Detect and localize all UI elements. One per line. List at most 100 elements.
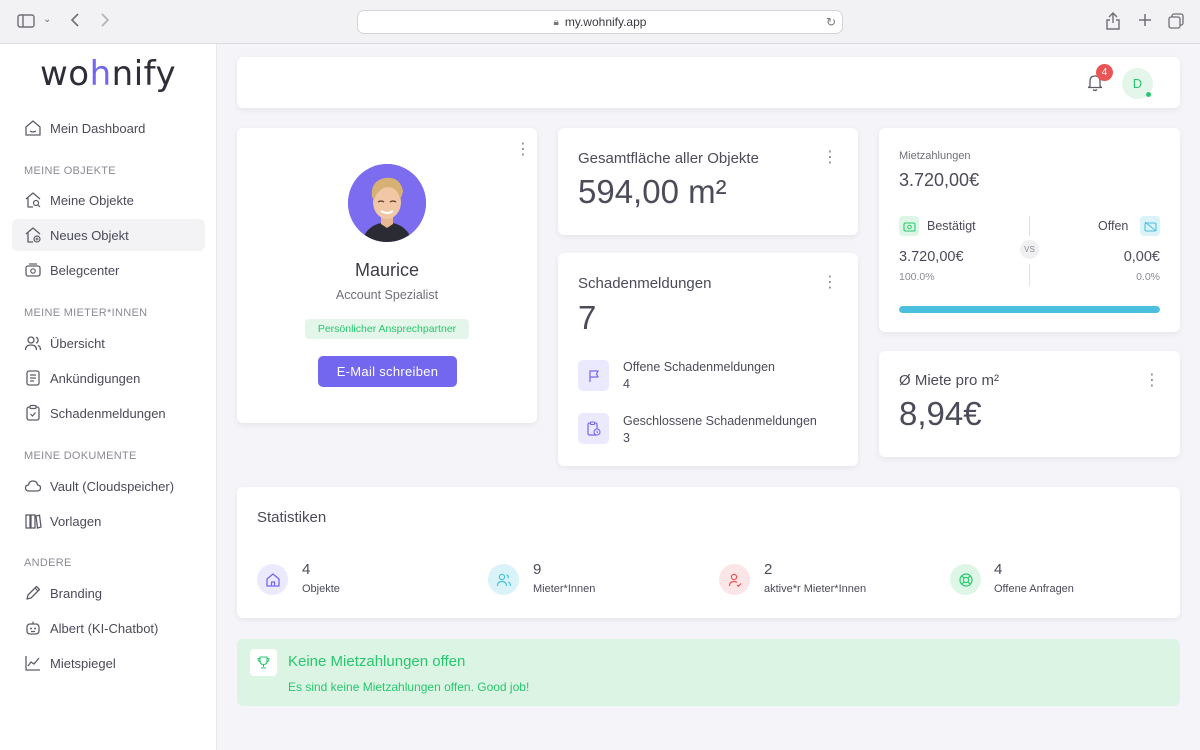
more-options-icon[interactable]: ⋮ (822, 150, 838, 166)
sidebar-item-vorlagen[interactable]: Vorlagen (12, 505, 205, 537)
url-text: my.wohnify.app (564, 15, 647, 29)
clipboard-icon (26, 404, 40, 421)
contact-badge: Persönlicher Ansprechpartner (305, 319, 469, 339)
trophy-icon (250, 649, 277, 676)
address-bar[interactable]: 🔒︎ my.wohnify.app ↻ (357, 10, 843, 34)
account-manager-name: Maurice (354, 260, 420, 280)
robot-icon (26, 621, 40, 635)
closed-reports-value: 3 (623, 431, 630, 445)
sidebar-item-label: Mietspiegel (50, 655, 116, 671)
average-rent-value: 8,94€ (899, 395, 982, 432)
damage-reports-count: 7 (578, 299, 597, 336)
more-options-icon[interactable]: ⋮ (515, 142, 531, 158)
rent-payments-label: Mietzahlungen (899, 150, 971, 162)
rent-payments-card: Mietzahlungen 3.720,00€ Bestätigt Offen … (879, 128, 1180, 332)
rent-payments-total: 3.720,00€ (899, 170, 980, 190)
users-icon (24, 336, 42, 351)
sidebar-item-albert[interactable]: Albert (KI-Chatbot) (12, 612, 205, 644)
online-status-dot (1145, 91, 1152, 98)
lifebuoy-icon (950, 564, 981, 595)
sidebar: wohnify Mein Dashboard MEINE OBJEKTE Mei… (0, 44, 217, 750)
open-value: 0,00€ (1123, 249, 1160, 265)
payments-progress-fill (899, 306, 1160, 313)
sidebar-item-vault[interactable]: Vault (Cloudspeicher) (12, 470, 205, 502)
top-bar: 4 D (237, 57, 1180, 108)
tabs-overview-icon[interactable] (1168, 13, 1184, 33)
statistics-card: Statistiken 4 Objekte 9 Mieter*Innen 2 a… (237, 487, 1180, 618)
total-area-value: 594,00 m² (578, 173, 727, 210)
more-options-icon[interactable]: ⋮ (822, 275, 838, 291)
new-tab-icon[interactable] (1138, 13, 1152, 31)
section-title-dokumente: MEINE DOKUMENTE (24, 450, 137, 462)
sidebar-item-label: Neues Objekt (50, 227, 129, 243)
share-icon[interactable] (1106, 12, 1120, 34)
sidebar-item-label: Belegcenter (50, 262, 120, 278)
sidebar-item-label: Meine Objekte (50, 192, 134, 208)
alert-title: Keine Mietzahlungen offen (288, 653, 466, 670)
receipt-icon (25, 263, 41, 277)
damage-reports-title: Schadenmeldungen (578, 275, 712, 292)
sidebar-item-mietspiegel[interactable]: Mietspiegel (12, 647, 205, 679)
stat-label: Objekte (302, 583, 340, 595)
statistics-title: Statistiken (257, 509, 327, 526)
house-search-icon (25, 192, 41, 208)
sidebar-item-label: Schadenmeldungen (50, 405, 166, 421)
total-area-card: ⋮ Gesamtfläche aller Objekte 594,00 m² (558, 128, 858, 235)
sidebar-item-schadenmeldungen[interactable]: Schadenmeldungen (12, 397, 205, 429)
vs-badge: VS (1020, 240, 1039, 259)
sidebar-item-branding[interactable]: Branding (12, 577, 205, 609)
sidebar-item-label: Vault (Cloudspeicher) (50, 478, 175, 494)
reload-icon[interactable]: ↻ (826, 15, 836, 29)
chevron-down-icon[interactable]: ⌄ (43, 15, 51, 25)
announcement-icon (26, 370, 40, 386)
sidebar-item-label: Vorlagen (50, 513, 102, 529)
clipboard-clock-icon (578, 413, 609, 444)
section-title-mieter: MEINE MIETER*INNEN (24, 307, 148, 319)
cloud-icon (24, 480, 42, 492)
open-label: Offen (1098, 219, 1129, 233)
damage-reports-card: ⋮ Schadenmeldungen 7 Offene Schadenmeldu… (558, 253, 858, 466)
sidebar-item-label: Albert (KI-Chatbot) (50, 620, 159, 636)
closed-reports-label: Geschlossene Schadenmeldungen (623, 414, 817, 428)
pen-icon (26, 585, 41, 600)
sidebar-item-objekte[interactable]: Meine Objekte (12, 184, 205, 216)
confirmed-percent: 100.0% (899, 271, 935, 283)
stat-value: 2 (764, 561, 773, 578)
sidebar-toggle-icon[interactable] (17, 14, 35, 32)
confirmed-value: 3.720,00€ (899, 249, 964, 265)
back-icon[interactable] (70, 12, 80, 32)
home-icon (25, 120, 41, 136)
flag-icon (578, 360, 609, 391)
user-check-icon (719, 564, 750, 595)
sidebar-item-uebersicht[interactable]: Übersicht (12, 327, 205, 359)
sidebar-item-neues-objekt[interactable]: Neues Objekt (12, 219, 205, 251)
lock-icon: 🔒︎ (553, 16, 559, 28)
house-plus-icon (25, 227, 41, 243)
email-button[interactable]: E-Mail schreiben (318, 356, 457, 387)
wohnify-logo[interactable]: wohnify (40, 54, 176, 94)
stat-value: 4 (302, 561, 311, 578)
forward-icon[interactable] (100, 12, 110, 32)
average-rent-card: ⋮ Ø Miete pro m² 8,94€ (879, 351, 1180, 457)
stat-label: Offene Anfragen (994, 583, 1074, 595)
home-icon (257, 564, 288, 595)
sidebar-item-dashboard[interactable]: Mein Dashboard (12, 112, 205, 144)
chart-line-icon (25, 656, 40, 671)
account-manager-card: ⋮ Maurice Account Spezialist Persönliche… (237, 128, 537, 423)
browser-toolbar: ⌄ 🔒︎ my.wohnify.app ↻ (0, 0, 1200, 44)
sidebar-item-label: Mein Dashboard (50, 120, 146, 136)
more-options-icon[interactable]: ⋮ (1144, 373, 1160, 389)
payments-progress-bar (899, 306, 1160, 313)
open-percent: 0.0% (1136, 271, 1160, 283)
account-manager-avatar (348, 164, 426, 242)
notification-count-badge: 4 (1096, 64, 1113, 81)
sidebar-item-belegcenter[interactable]: Belegcenter (12, 254, 205, 286)
no-open-payments-alert: Keine Mietzahlungen offen Es sind keine … (237, 639, 1180, 706)
money-icon (899, 216, 919, 236)
confirmed-label: Bestätigt (927, 219, 976, 233)
logo-text-pre: wo (40, 54, 90, 94)
sidebar-item-ankuendigungen[interactable]: Ankündigungen (12, 362, 205, 394)
stat-label: Mieter*Innen (533, 583, 596, 595)
average-rent-title: Ø Miete pro m² (899, 372, 1000, 389)
divider (1029, 216, 1030, 236)
